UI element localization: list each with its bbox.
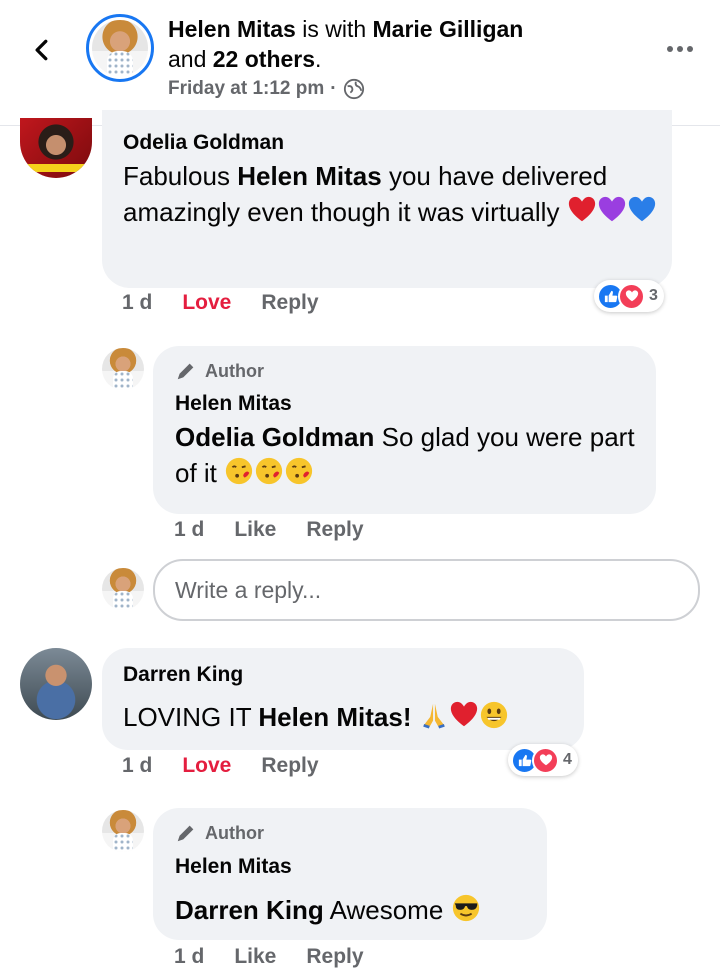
globe-icon: [343, 78, 364, 100]
love-button[interactable]: Love: [182, 754, 231, 778]
avatar[interactable]: [20, 648, 92, 720]
reply-button[interactable]: Reply: [306, 518, 363, 542]
more-options-button[interactable]: [660, 34, 700, 64]
like-button[interactable]: Like: [234, 518, 276, 542]
kiss-face-icon: [286, 457, 313, 485]
reply-button[interactable]: Reply: [261, 291, 318, 315]
comment-author[interactable]: Darren King: [123, 662, 243, 688]
reply-bubble: Author Helen Mitas Odelia Goldman So gla…: [153, 346, 656, 514]
red-heart-icon: [450, 701, 477, 727]
avatar[interactable]: [102, 348, 144, 390]
comment-time[interactable]: 1 d: [122, 754, 152, 778]
dot-icon: [687, 46, 693, 52]
others-link[interactable]: 22 others: [213, 46, 315, 72]
author-badge: Author: [175, 822, 264, 844]
kiss-face-icon: [226, 457, 253, 485]
red-heart-icon: [568, 196, 595, 222]
mention[interactable]: Odelia Goldman: [175, 422, 374, 452]
love-button[interactable]: Love: [182, 291, 231, 315]
grinning-face-icon: [480, 701, 507, 729]
sunglasses-face-icon: [452, 894, 479, 922]
comment-bubble: Darren King LOVING IT Helen Mitas!: [102, 648, 584, 750]
comment-text: Fabulous Helen Mitas you have delivered …: [123, 158, 663, 230]
purple-heart-icon: [598, 196, 625, 222]
comment-actions: 1 d Love Reply: [122, 754, 319, 778]
comment-time[interactable]: 1 d: [174, 518, 204, 542]
comment-time[interactable]: 1 d: [122, 291, 152, 315]
poster-name[interactable]: Helen Mitas: [168, 16, 296, 42]
comment-author[interactable]: Odelia Goldman: [123, 130, 284, 156]
tagged-name[interactable]: Marie Gilligan: [373, 16, 524, 42]
comment-author[interactable]: Helen Mitas: [175, 854, 292, 880]
author-badge: Author: [175, 360, 264, 382]
comment-actions: 1 d Love Reply: [122, 291, 319, 315]
reply-button[interactable]: Reply: [306, 945, 363, 969]
kiss-face-icon: [256, 457, 283, 485]
love-reaction-icon: [618, 282, 645, 310]
pencil-icon: [177, 363, 194, 380]
reply-input-placeholder: Write a reply...: [175, 576, 322, 603]
mention[interactable]: Darren King: [175, 895, 324, 925]
comment-time[interactable]: 1 d: [174, 945, 204, 969]
love-reaction-icon: [532, 746, 559, 774]
post-header: Helen Mitas is with Marie Gilligan and 2…: [0, 0, 720, 126]
like-button[interactable]: Like: [234, 945, 276, 969]
mention[interactable]: Helen Mitas!: [258, 702, 411, 732]
chevron-left-icon: [35, 39, 48, 61]
comment-text: Odelia Goldman So glad you were part of …: [175, 422, 635, 488]
comment-actions: 1 d Like Reply: [174, 945, 364, 969]
poster-avatar[interactable]: [86, 14, 154, 82]
pencil-icon: [177, 825, 194, 842]
comment-author[interactable]: Helen Mitas: [175, 391, 292, 417]
reaction-summary[interactable]: 3: [594, 280, 664, 312]
reaction-summary[interactable]: 4: [508, 744, 578, 776]
reply-button[interactable]: Reply: [261, 754, 318, 778]
reaction-count: 4: [563, 751, 572, 768]
reaction-count: 3: [649, 287, 658, 304]
avatar: [102, 568, 144, 610]
blue-heart-icon: [628, 196, 655, 222]
post-meta: Friday at 1:12 pm ·: [168, 78, 365, 100]
comment-actions: 1 d Like Reply: [174, 518, 364, 542]
post-timestamp[interactable]: Friday at 1:12 pm: [168, 78, 324, 100]
dot-icon: [667, 46, 673, 52]
comment-text: LOVING IT Helen Mitas!: [123, 699, 583, 735]
post-header-text: Helen Mitas is with Marie Gilligan and 2…: [168, 16, 524, 72]
mention[interactable]: Helen Mitas: [237, 161, 382, 191]
back-button[interactable]: [22, 30, 62, 70]
dot-icon: [677, 46, 683, 52]
comment-text: Darren King Awesome: [175, 892, 545, 928]
reply-input[interactable]: Write a reply...: [153, 559, 700, 621]
avatar[interactable]: [20, 118, 92, 178]
avatar[interactable]: [102, 810, 144, 852]
folded-hands-icon: [422, 703, 445, 729]
comment-bubble: Odelia Goldman Fabulous Helen Mitas you …: [102, 110, 672, 288]
reply-bubble: Author Helen Mitas Darren King Awesome: [153, 808, 547, 940]
